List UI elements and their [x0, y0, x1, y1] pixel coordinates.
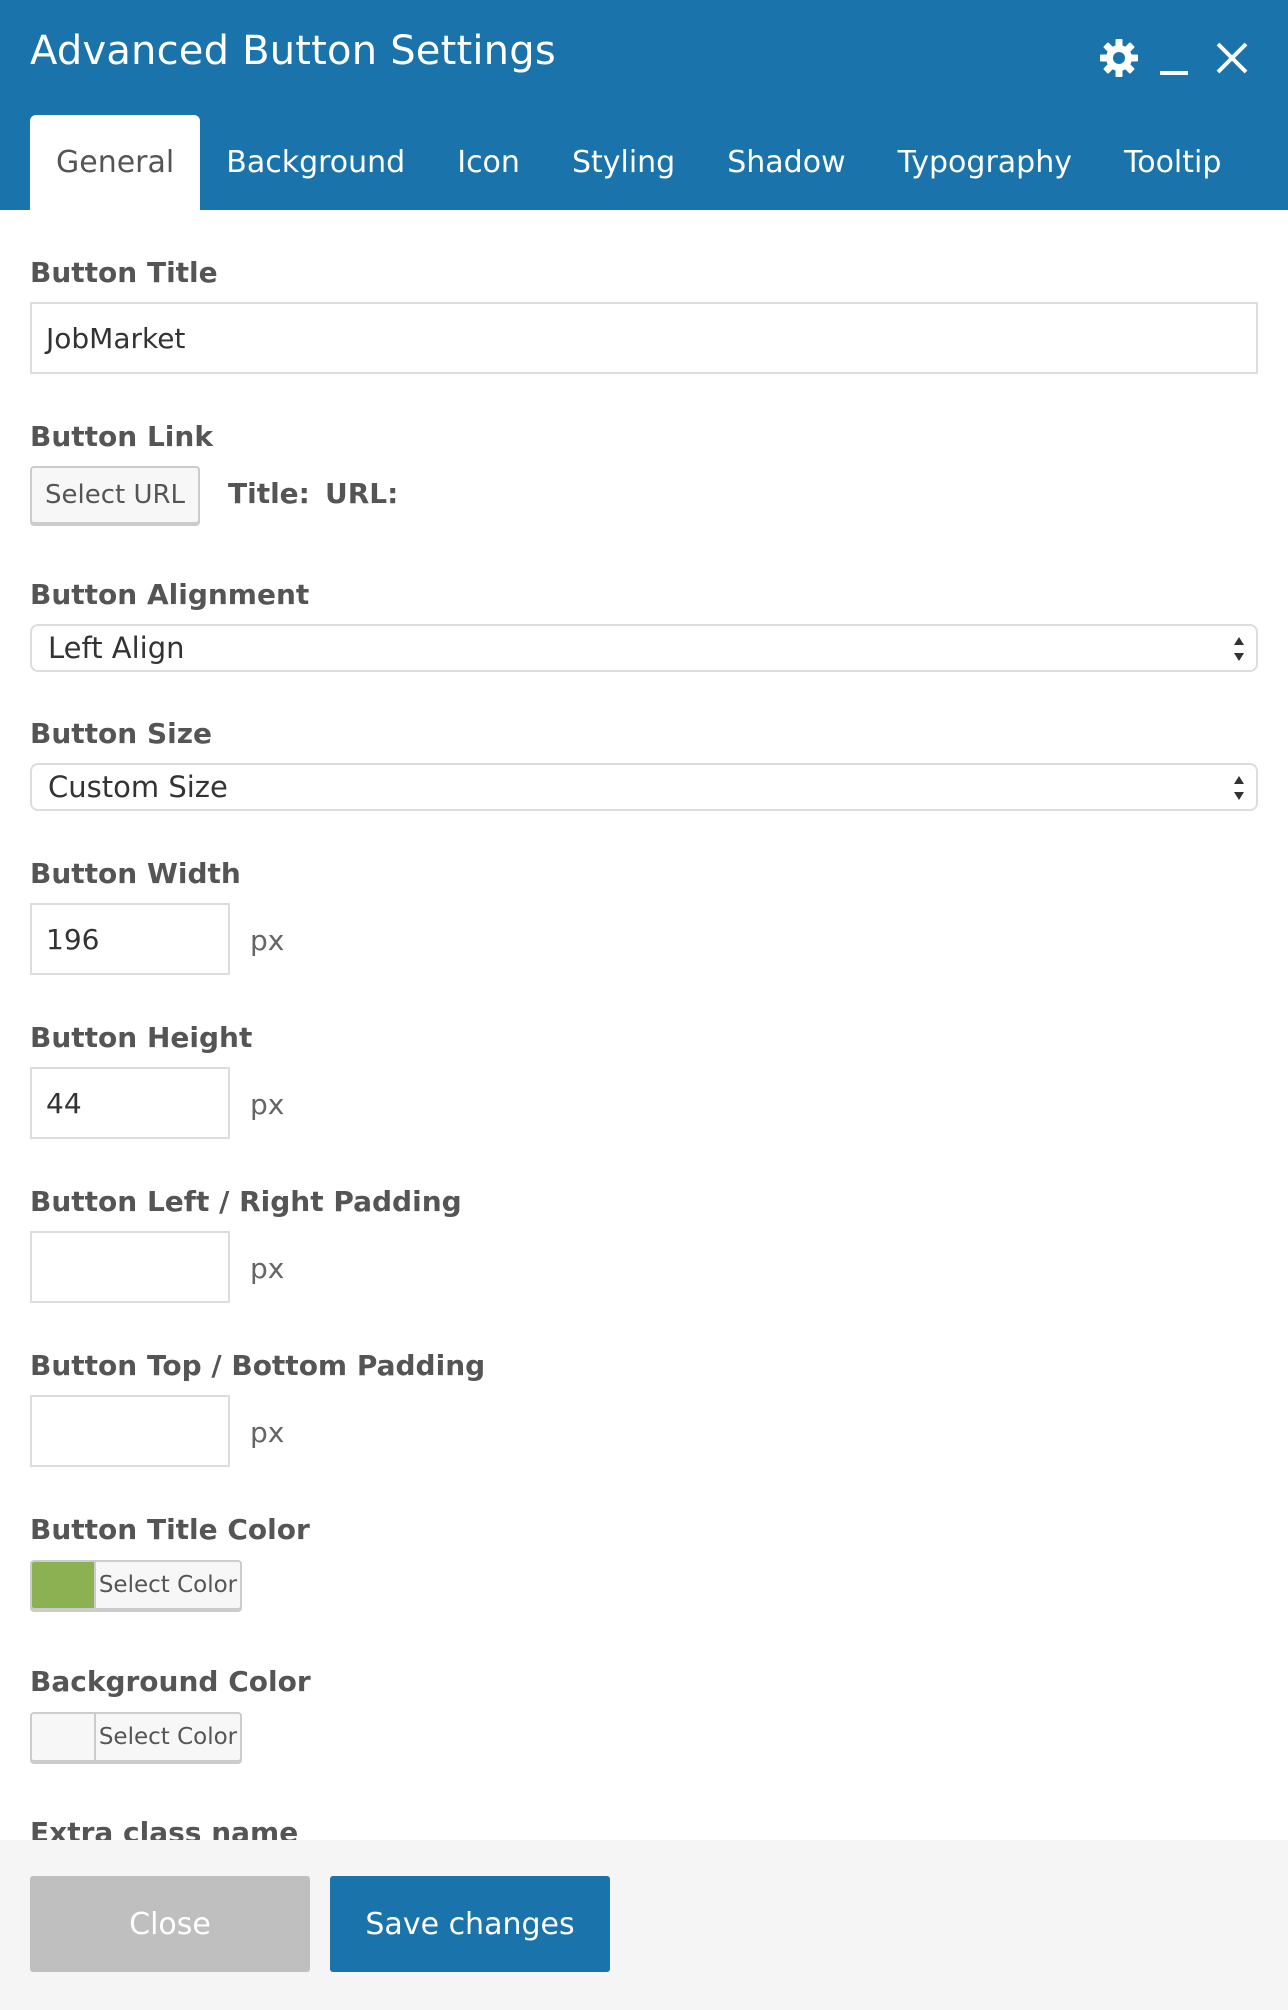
select-arrows-icon — [1234, 637, 1244, 661]
tab-icon[interactable]: Icon — [431, 115, 546, 210]
tab-general[interactable]: General — [30, 115, 201, 210]
tab-typography[interactable]: Typography — [872, 115, 1098, 210]
lr-padding-input[interactable] — [30, 1231, 230, 1303]
link-title-label: Title: — [228, 477, 310, 510]
tb-padding-input[interactable] — [30, 1395, 230, 1467]
tab-bar: General Background Icon Styling Shadow T… — [30, 115, 1247, 210]
settings-form: Button Title JobMarket Button Link Selec… — [0, 210, 1288, 1840]
title-color-select-label: Select Color — [98, 1572, 238, 1598]
button-alignment-label: Button Alignment — [30, 578, 310, 611]
close-icon[interactable] — [1208, 34, 1256, 82]
lr-padding-unit: px — [250, 1252, 285, 1285]
select-url-button[interactable]: Select URL — [30, 466, 200, 524]
tab-tooltip[interactable]: Tooltip — [1098, 115, 1247, 210]
advanced-button-settings-dialog: Advanced Button Settings General Backgro… — [0, 0, 1288, 2010]
dialog-title: Advanced Button Settings — [30, 28, 556, 74]
button-height-input[interactable]: 44 — [30, 1067, 230, 1139]
background-color-swatch — [32, 1714, 96, 1760]
button-title-input[interactable]: JobMarket — [30, 302, 1258, 374]
button-width-input[interactable]: 196 — [30, 903, 230, 975]
button-size-value: Custom Size — [48, 770, 228, 804]
link-url-label: URL: — [325, 477, 399, 510]
dialog-footer: Close Save changes — [0, 1840, 1288, 2010]
dialog-header: Advanced Button Settings General Backgro… — [0, 0, 1288, 210]
button-title-label: Button Title — [30, 256, 218, 289]
button-size-label: Button Size — [30, 717, 213, 750]
save-changes-button[interactable]: Save changes — [330, 1876, 610, 1972]
background-color-label: Background Color — [30, 1665, 311, 1698]
tab-styling[interactable]: Styling — [546, 115, 701, 210]
gear-icon[interactable] — [1094, 34, 1144, 82]
title-color-swatch — [32, 1562, 96, 1608]
button-width-unit: px — [250, 924, 285, 957]
tb-padding-unit: px — [250, 1416, 285, 1449]
title-color-label: Button Title Color — [30, 1513, 310, 1546]
title-color-picker[interactable]: Select Color — [30, 1560, 242, 1610]
close-button[interactable]: Close — [30, 1876, 310, 1972]
minimize-icon[interactable] — [1152, 34, 1196, 82]
tab-background[interactable]: Background — [200, 115, 431, 210]
background-color-select-label: Select Color — [98, 1724, 238, 1750]
background-color-picker[interactable]: Select Color — [30, 1712, 242, 1762]
button-height-unit: px — [250, 1088, 285, 1121]
button-height-label: Button Height — [30, 1021, 253, 1054]
button-alignment-value: Left Align — [48, 631, 185, 665]
button-width-label: Button Width — [30, 857, 241, 890]
extra-class-label: Extra class name — [30, 1816, 299, 1840]
button-link-label: Button Link — [30, 420, 213, 453]
button-size-select[interactable]: Custom Size — [30, 763, 1258, 811]
tb-padding-label: Button Top / Bottom Padding — [30, 1349, 486, 1382]
select-arrows-icon — [1234, 776, 1244, 800]
button-alignment-select[interactable]: Left Align — [30, 624, 1258, 672]
tab-shadow[interactable]: Shadow — [701, 115, 871, 210]
lr-padding-label: Button Left / Right Padding — [30, 1185, 462, 1218]
